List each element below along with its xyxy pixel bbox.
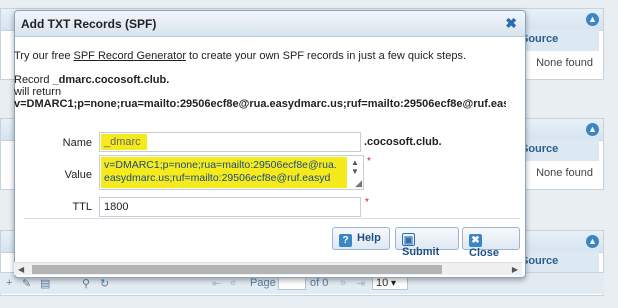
domain-suffix: .cocosoft.club. <box>364 136 442 148</box>
column-header-source[interactable]: Source <box>515 251 599 273</box>
dialog-button-bar: ? Help ▣Submit ✖Close <box>24 218 520 259</box>
record-line: Record _dmarc.cocosoft.club. <box>14 74 170 86</box>
first-page-icon[interactable]: ⇤ <box>212 277 221 290</box>
required-mark-ttl: * <box>365 197 369 208</box>
ttl-input[interactable]: 1800 <box>99 197 361 217</box>
dialog-content: Try our free SPF Record Generator to cre… <box>14 50 506 110</box>
help-icon: ? <box>339 234 352 247</box>
column-header-source[interactable]: Source <box>515 29 599 51</box>
will-return-label: will return <box>14 86 62 98</box>
delete-icon[interactable]: ▤ <box>40 277 50 290</box>
spf-generator-link[interactable]: SPF Record Generator <box>74 50 187 62</box>
dialog-horizontal-scrollbar[interactable]: ◀ ▶ <box>14 262 522 275</box>
prev-page-icon[interactable]: « <box>230 277 236 289</box>
dialog-title: Add TXT Records (SPF) <box>21 17 157 31</box>
page-count-label: of 0 <box>310 277 329 289</box>
scroll-left-icon[interactable]: ◀ <box>18 263 24 276</box>
resize-handle-icon[interactable]: ◢ <box>355 178 362 189</box>
empty-text: None found <box>536 167 593 179</box>
next-page-icon[interactable]: » <box>340 277 346 289</box>
record-value-preview: v=DMARC1;p=none;rua=mailto:29506ecf8e@ru… <box>14 98 506 110</box>
scroll-right-icon[interactable]: ▶ <box>512 263 518 276</box>
intro-text: Try our free SPF Record Generator to cre… <box>14 50 467 62</box>
edit-icon[interactable]: ✎ <box>22 277 31 290</box>
textarea-scroll-arrows[interactable]: ▲ ▼ <box>349 158 361 176</box>
page-number-input[interactable] <box>278 276 306 290</box>
last-page-icon[interactable]: ⇥ <box>356 277 365 290</box>
save-icon: ▣ <box>402 233 415 246</box>
dialog-titlebar: Add TXT Records (SPF) ✖ <box>15 11 525 37</box>
value-textarea-text: v=DMARC1;p=none;rua=mailto:29506ecf8e@ru… <box>101 157 347 188</box>
close-icon: ✖ <box>469 234 482 247</box>
record-name: _dmarc.cocosoft.club. <box>52 74 170 86</box>
scrollbar-thumb[interactable] <box>32 265 442 274</box>
name-label: Name <box>62 137 92 149</box>
empty-text: None found <box>536 57 593 69</box>
ttl-label: TTL <box>72 201 92 213</box>
close-button[interactable]: ✖Close <box>462 227 520 259</box>
submit-button[interactable]: ▣Submit <box>395 227 459 258</box>
add-icon[interactable]: + <box>6 277 12 289</box>
required-mark-value: * <box>367 156 371 167</box>
column-header-source[interactable]: Source <box>515 139 599 161</box>
collapse-icon[interactable]: ▲ <box>586 13 599 26</box>
page-size-select[interactable]: 10 ▾ <box>372 276 408 290</box>
close-icon[interactable]: ✖ <box>505 15 517 32</box>
value-label: Value <box>64 169 92 181</box>
name-input-value: _dmarc <box>101 134 147 150</box>
name-input[interactable]: _dmarc <box>99 132 361 152</box>
collapse-icon[interactable]: ▲ <box>586 235 599 248</box>
value-textarea[interactable]: v=DMARC1;p=none;rua=mailto:29506ecf8e@ru… <box>99 155 364 190</box>
refresh-icon[interactable]: ↻ <box>100 277 109 290</box>
search-icon[interactable]: ⚲ <box>82 277 90 290</box>
page-label: Page <box>250 277 276 289</box>
help-button[interactable]: ? Help <box>332 227 390 250</box>
collapse-icon[interactable]: ▲ <box>586 123 599 136</box>
